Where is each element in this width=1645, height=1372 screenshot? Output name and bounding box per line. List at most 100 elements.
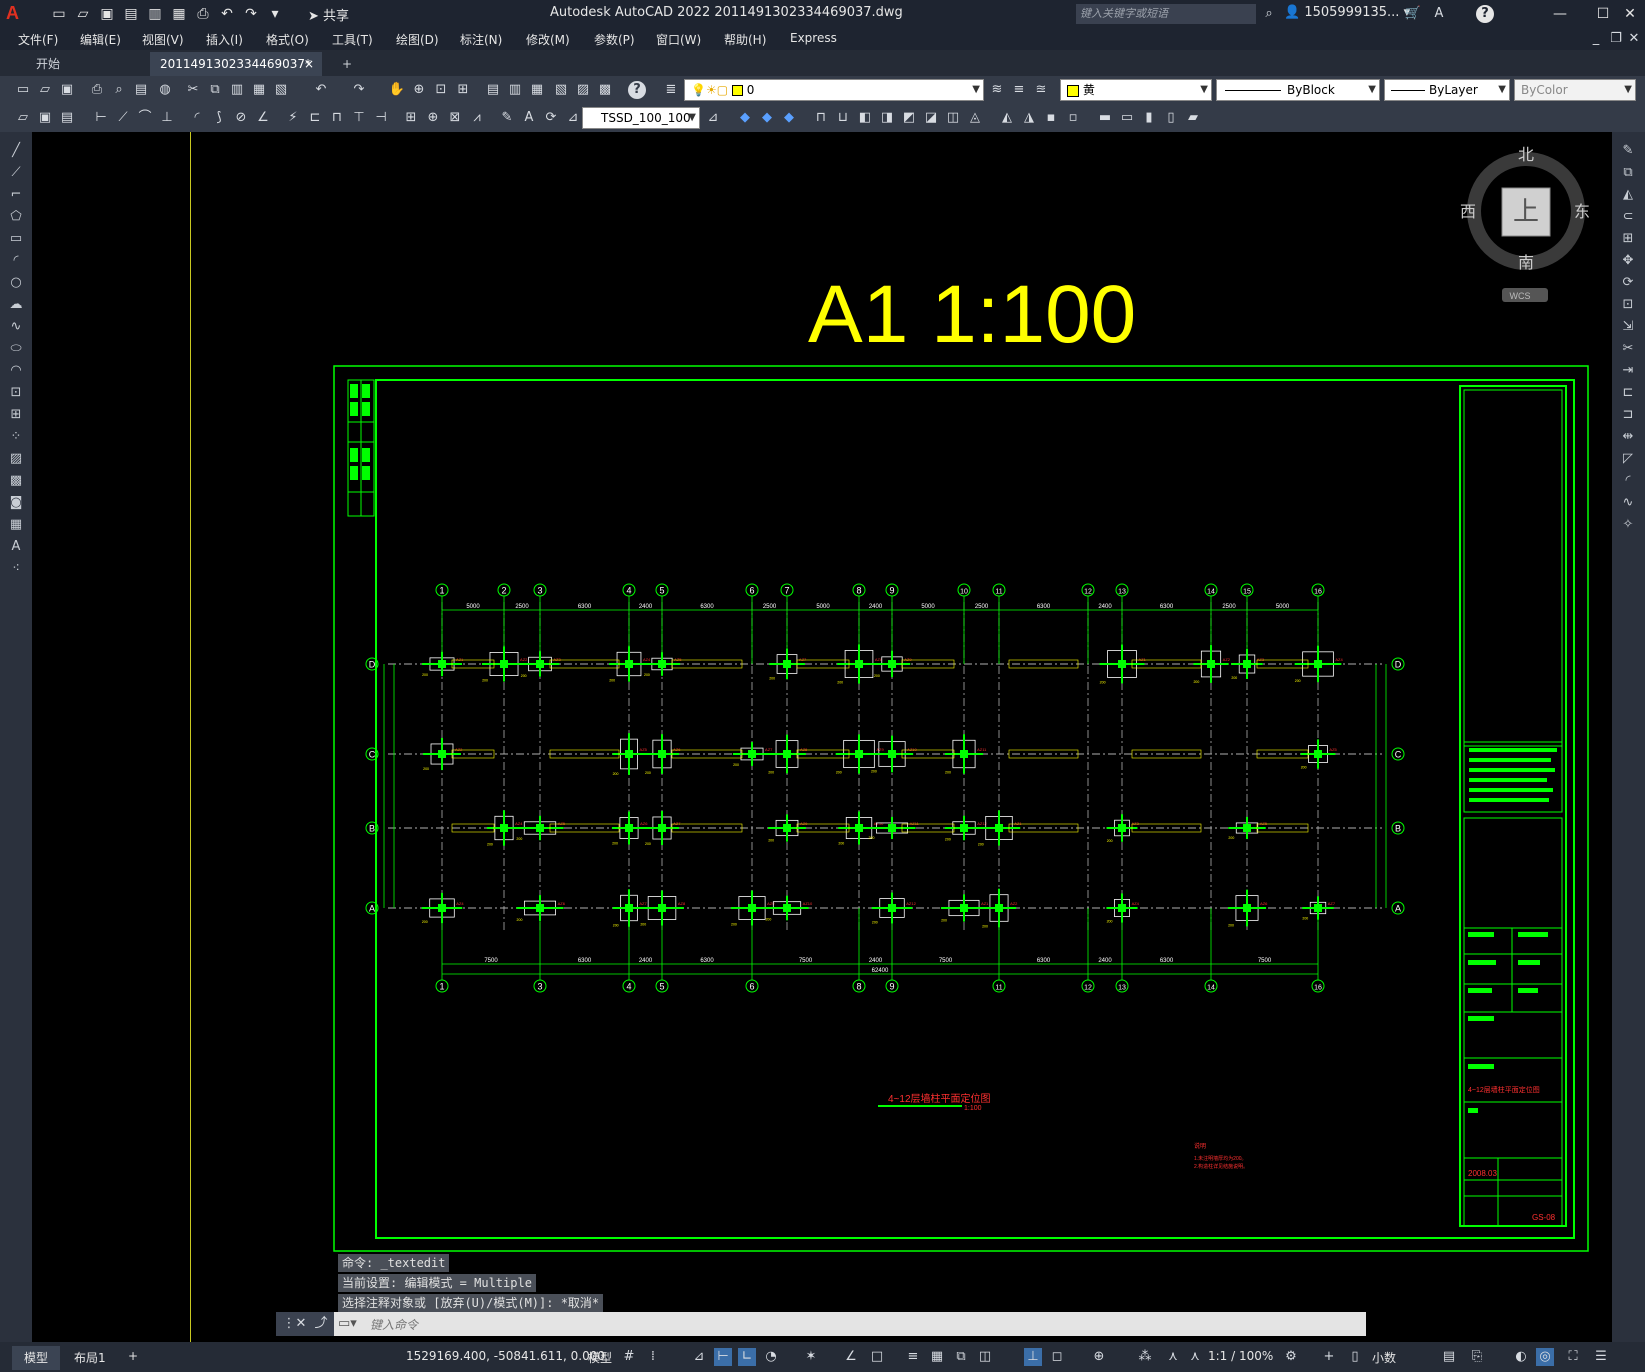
- dim-text-edit-icon[interactable]: A: [520, 109, 538, 127]
- annotation-scale-icon[interactable]: ⋏: [1186, 1348, 1204, 1366]
- dimstyle-dropdown[interactable]: TSSD_100_100 ▼: [582, 107, 700, 129]
- auto-scale-icon[interactable]: ⋏: [1164, 1348, 1182, 1366]
- customize-icon[interactable]: ▾: [266, 5, 284, 23]
- user-account[interactable]: 👤 1505999135... ▾: [1284, 5, 1410, 20]
- drawing-canvas[interactable]: A1 1:100 4~12层墙柱平面定位图 2008.03 GS-08 D D …: [32, 132, 1612, 1342]
- jogged-linear-icon[interactable]: ⩘: [468, 109, 486, 127]
- selection-filter-icon[interactable]: ◻: [1048, 1348, 1066, 1366]
- tool-icon[interactable]: ◭: [998, 109, 1016, 127]
- outer-frame[interactable]: [333, 365, 1589, 1252]
- rotate-icon[interactable]: ⟳: [1619, 274, 1637, 292]
- tab-document[interactable]: 2011491302334469037* ×: [150, 52, 322, 76]
- layer-states-icon[interactable]: ≊: [1032, 81, 1050, 99]
- tool-icon[interactable]: ▰: [1184, 109, 1202, 127]
- menu-help[interactable]: 帮助(H): [724, 31, 766, 48]
- blend-icon[interactable]: ∿: [1619, 494, 1637, 512]
- make-block-icon[interactable]: ⊞: [7, 406, 25, 424]
- close-window-button[interactable]: ✕: [1615, 2, 1645, 26]
- menu-edit[interactable]: 编辑(E): [80, 31, 121, 48]
- offset-icon[interactable]: ⊂: [1619, 208, 1637, 226]
- quick-properties-icon[interactable]: ▤: [1440, 1348, 1458, 1366]
- doc-restore-icon[interactable]: ❐: [1607, 30, 1625, 48]
- layer-properties-icon[interactable]: ≣: [662, 81, 680, 99]
- region-icon[interactable]: ◙: [7, 494, 25, 512]
- rectangle-icon[interactable]: ▭: [7, 230, 25, 248]
- copy-object-icon[interactable]: ⧉: [1619, 164, 1637, 182]
- make-current-layer-icon[interactable]: ≋: [988, 81, 1006, 99]
- join-icon[interactable]: ⇹: [1619, 428, 1637, 446]
- explode-icon[interactable]: ✧: [1619, 516, 1637, 534]
- tool-icon[interactable]: ◆: [758, 109, 776, 127]
- insert-block-icon[interactable]: ⊡: [7, 384, 25, 402]
- trim-icon[interactable]: ✂: [1619, 340, 1637, 358]
- zoom-realtime-icon[interactable]: ⊕: [410, 81, 428, 99]
- linear-dim-icon[interactable]: ⊢: [92, 109, 110, 127]
- pan-icon[interactable]: ✋: [388, 81, 406, 99]
- menu-window[interactable]: 窗口(W): [656, 31, 701, 48]
- transparency-icon[interactable]: ▦: [928, 1348, 946, 1366]
- save-as-icon[interactable]: ▤: [122, 5, 140, 23]
- publish-icon[interactable]: ▤: [132, 81, 150, 99]
- zoom-previous-icon[interactable]: ⊞: [454, 81, 472, 99]
- plotstyle-dropdown[interactable]: ByColor ▼: [1514, 79, 1636, 101]
- grid-icon[interactable]: #: [620, 1348, 638, 1366]
- dim-edit-icon[interactable]: ✎: [498, 109, 516, 127]
- customization-icon[interactable]: ☰: [1592, 1348, 1610, 1366]
- binding-strip[interactable]: [347, 379, 375, 517]
- command-input[interactable]: 键入命令: [370, 1316, 418, 1333]
- polyline-icon[interactable]: ⌐: [7, 186, 25, 204]
- tool-icon[interactable]: ▤: [58, 109, 76, 127]
- recent-commands-icon[interactable]: ⤴: [312, 1315, 330, 1333]
- ordinate-dim-icon[interactable]: ⊥: [158, 109, 176, 127]
- table-icon[interactable]: ▦: [7, 516, 25, 534]
- menu-view[interactable]: 视图(V): [142, 31, 184, 48]
- open-icon[interactable]: ▱: [74, 5, 92, 23]
- tool-icon[interactable]: ◆: [780, 109, 798, 127]
- jogged-dim-icon[interactable]: ⟆: [210, 109, 228, 127]
- break-icon[interactable]: ⊐: [1619, 406, 1637, 424]
- snap-icon[interactable]: ⁞: [644, 1348, 662, 1366]
- move-icon[interactable]: ✥: [1619, 252, 1637, 270]
- tool-icon[interactable]: ▬: [1096, 109, 1114, 127]
- dynamic-ucs-icon[interactable]: ⊥: [1024, 1348, 1042, 1366]
- menu-draw[interactable]: 绘图(D): [396, 31, 439, 48]
- save-icon[interactable]: ▣: [98, 5, 116, 23]
- menu-modify[interactable]: 修改(M): [526, 31, 570, 48]
- cart-icon[interactable]: 🛒: [1404, 5, 1422, 23]
- help-icon[interactable]: ?: [1476, 5, 1494, 23]
- tool-icon[interactable]: ▯: [1162, 109, 1180, 127]
- tool-icon[interactable]: ▫: [1064, 109, 1082, 127]
- minimize-button[interactable]: —: [1545, 2, 1575, 26]
- ellipse-arc-icon[interactable]: ◠: [7, 362, 25, 380]
- calculator-icon[interactable]: ▩: [596, 81, 614, 99]
- annotation-monitor-icon[interactable]: +: [1320, 1348, 1338, 1366]
- line-icon[interactable]: ╱: [7, 142, 25, 160]
- isolate-objects-icon[interactable]: ◐: [1512, 1348, 1530, 1366]
- save-icon[interactable]: ▣: [58, 81, 76, 99]
- dim-update-icon[interactable]: ⟳: [542, 109, 560, 127]
- workspace-gear-icon[interactable]: ⚙: [1282, 1348, 1300, 1366]
- lineweight-dropdown[interactable]: ByLayer ▼: [1384, 79, 1510, 101]
- chamfer-icon[interactable]: ◸: [1619, 450, 1637, 468]
- tool-icon[interactable]: ▣: [36, 109, 54, 127]
- menu-express[interactable]: Express: [790, 31, 837, 45]
- layer-previous-icon[interactable]: ≡: [1010, 81, 1028, 99]
- dim-space-icon[interactable]: ⊤: [350, 109, 368, 127]
- coordinates-readout[interactable]: 1529169.400, -50841.611, 0.000: [406, 1349, 605, 1363]
- open-icon[interactable]: ▱: [36, 81, 54, 99]
- spline-icon[interactable]: ∿: [7, 318, 25, 336]
- selection-cycling-icon[interactable]: ⧉: [952, 1348, 970, 1366]
- color-dropdown[interactable]: 黄 ▼: [1060, 79, 1212, 101]
- center-mark-icon[interactable]: ⊕: [424, 109, 442, 127]
- compass-south[interactable]: 南: [1518, 254, 1534, 272]
- redo-icon[interactable]: ↷: [350, 81, 368, 99]
- tool-palettes-icon[interactable]: ▦: [528, 81, 546, 99]
- tool-icon[interactable]: ▮: [1140, 109, 1158, 127]
- menu-parametric[interactable]: 参数(P): [594, 31, 635, 48]
- autocad-app-icon[interactable]: A: [6, 3, 38, 25]
- aligned-dim-icon[interactable]: ⟋: [114, 109, 132, 127]
- tool-icon[interactable]: ▱: [14, 109, 32, 127]
- print-icon[interactable]: ⎙: [194, 5, 212, 23]
- menu-format[interactable]: 格式(O): [266, 31, 309, 48]
- break-point-icon[interactable]: ⊏: [1619, 384, 1637, 402]
